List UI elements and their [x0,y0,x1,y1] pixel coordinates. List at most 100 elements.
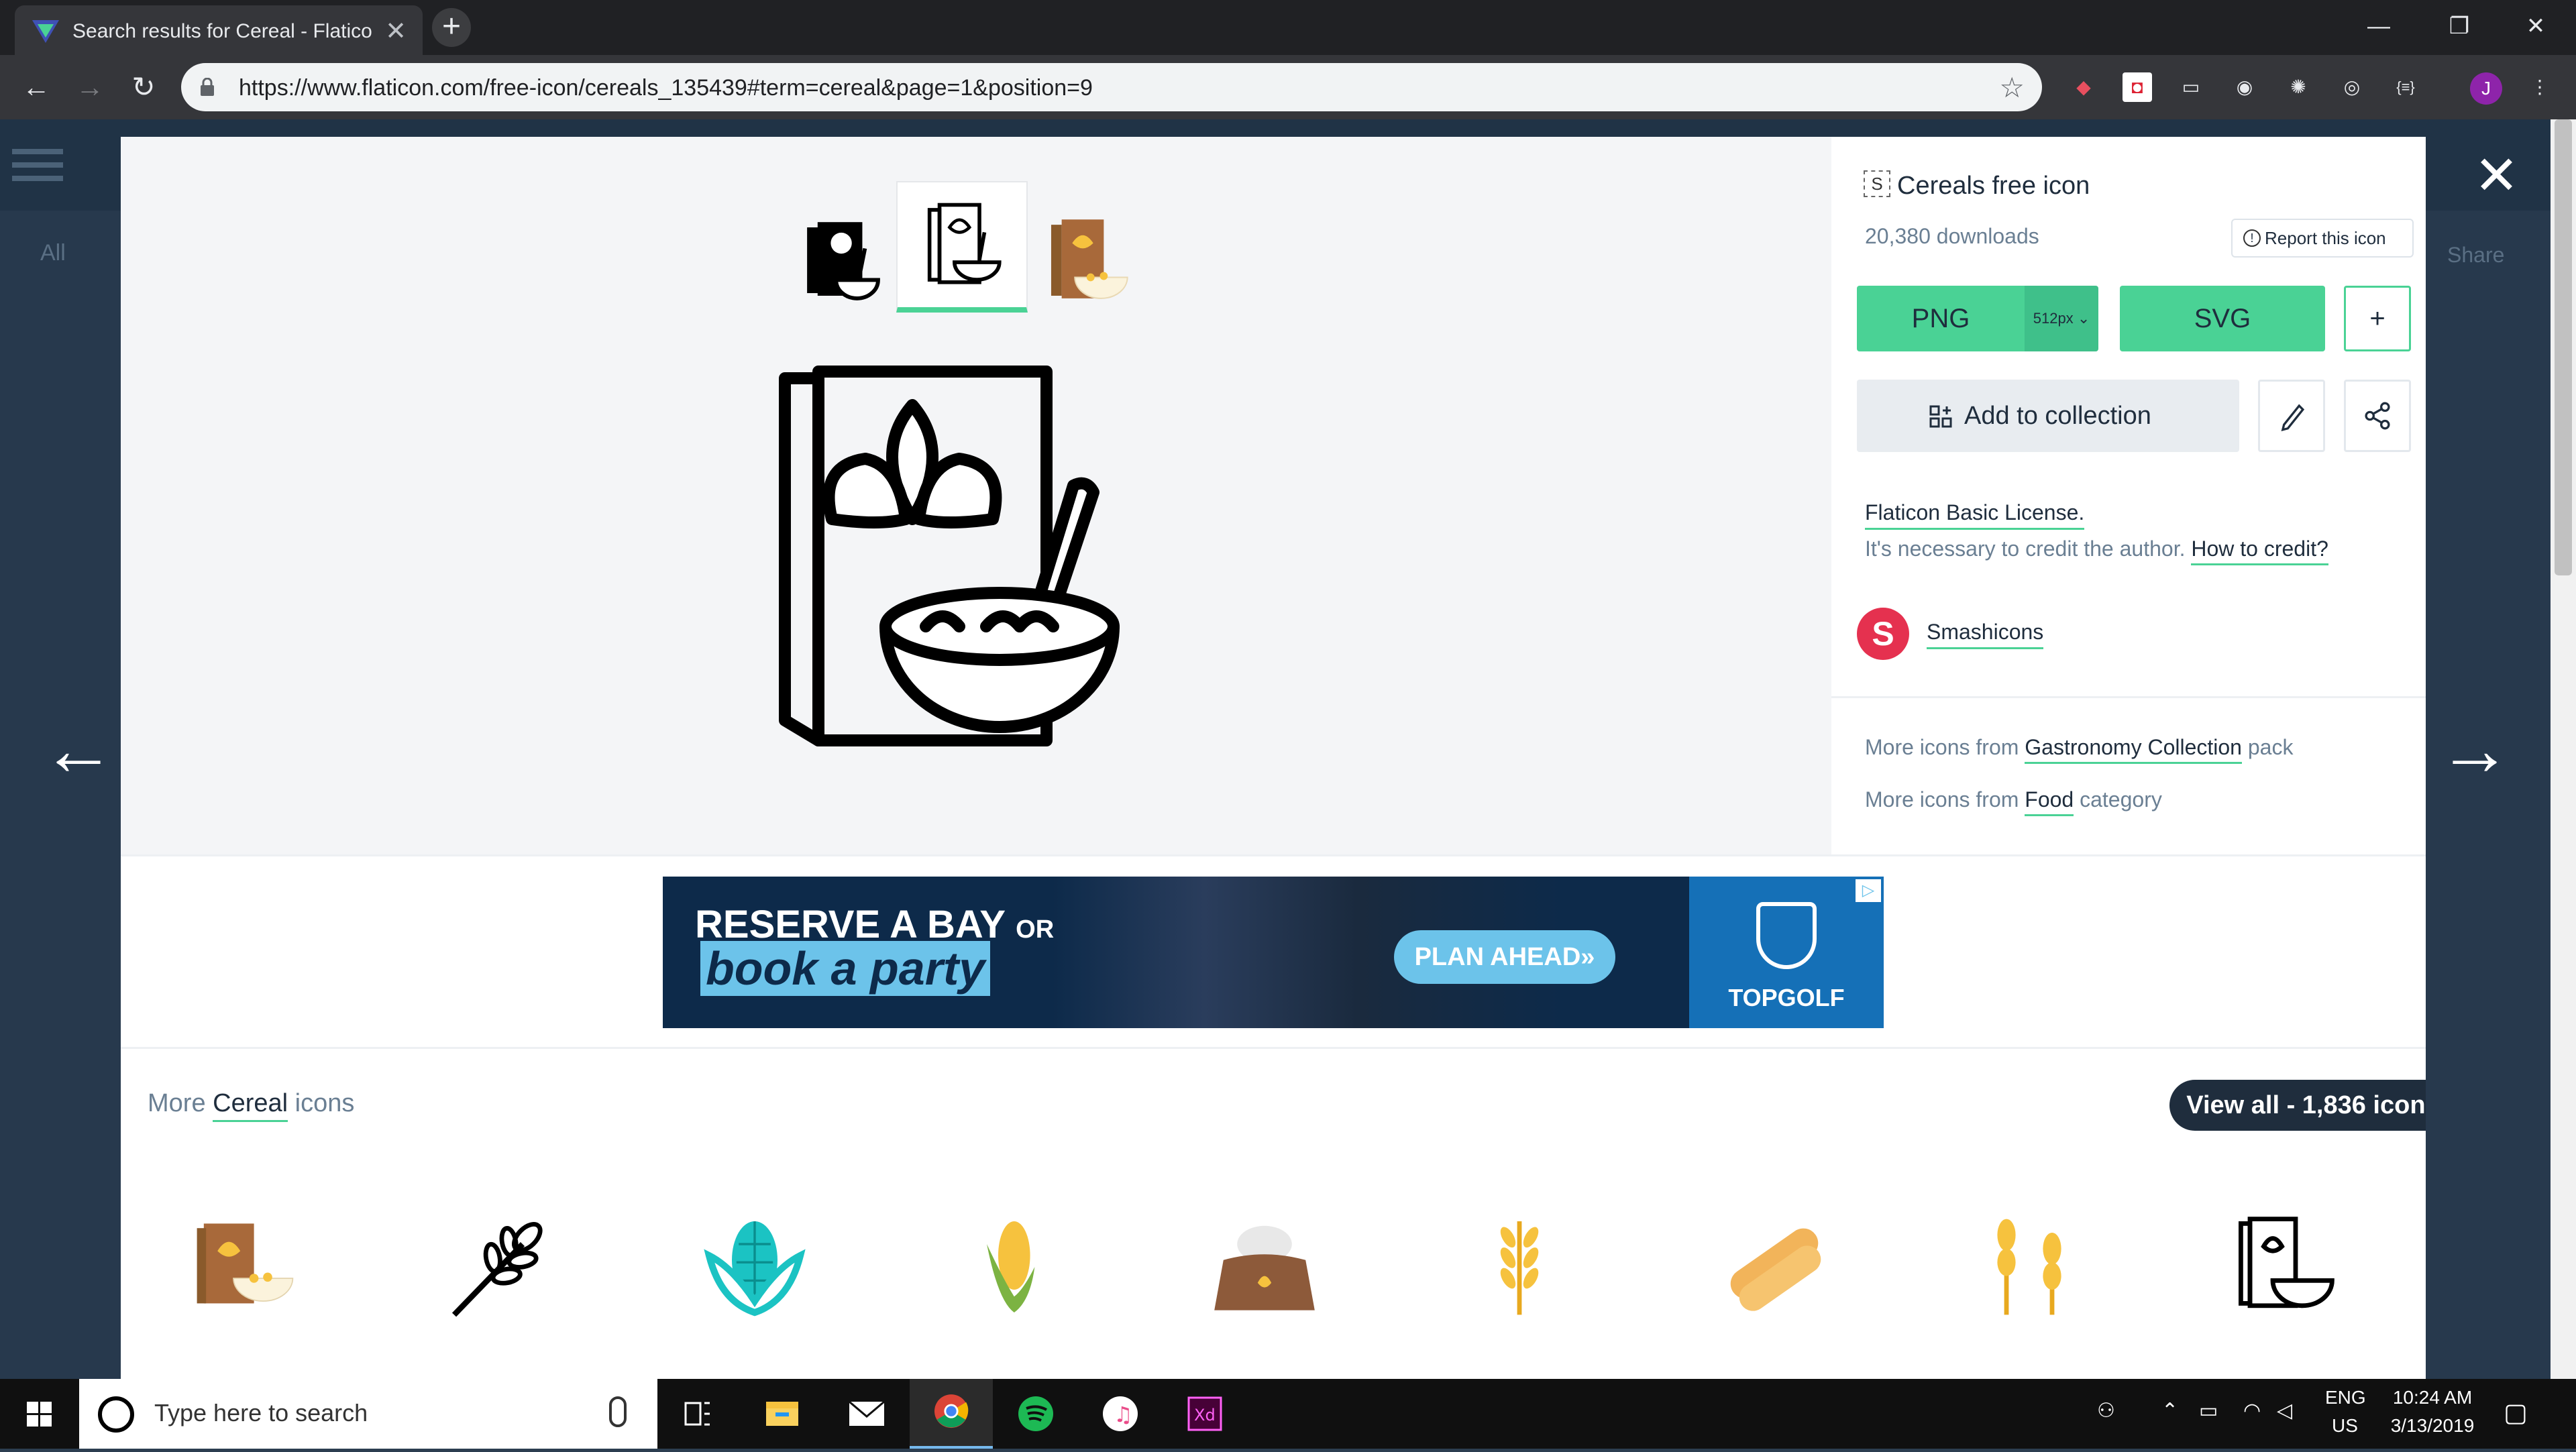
info-icon: ! [2243,229,2261,247]
tab-title: Search results for Cereal - Flatico [72,20,372,42]
target-extension-icon[interactable]: ◎ [2337,72,2367,102]
report-icon-button[interactable]: ! Report this icon [2231,219,2414,258]
how-to-credit-link[interactable]: How to credit? [2191,537,2328,565]
task-view-icon[interactable] [656,1379,739,1449]
flaticon-favicon-icon [32,20,59,43]
more-from-pack-prefix: More icons from [1865,735,2019,759]
code-extension-icon[interactable]: {≡} [2391,72,2420,102]
previous-icon-arrow[interactable]: ← [42,713,115,787]
tab-close-icon[interactable]: ✕ [385,16,407,46]
modal-close-icon[interactable]: ✕ [2474,149,2519,203]
itunes-icon[interactable]: ♫ [1079,1379,1162,1449]
ad-headline-small: OR [1016,915,1055,944]
wheat-outline-icon[interactable] [443,1210,557,1324]
category-link[interactable]: Food [2025,787,2074,816]
baguette-icon[interactable] [1717,1210,1831,1324]
start-button[interactable] [0,1379,79,1449]
variant-color[interactable] [1017,196,1148,327]
svg-text:♫: ♫ [1114,1402,1133,1427]
adchoices-icon[interactable]: ▷ [1856,879,1881,902]
compass-extension-icon[interactable]: ◉ [2230,72,2259,102]
chevron-down-icon: ⌄ [2077,310,2090,327]
adobe-xd-icon[interactable]: Xd [1163,1379,1246,1449]
download-svg-button[interactable]: SVG [2120,286,2325,351]
more-from-pack-suffix: pack [2247,735,2294,759]
wheat-gold-icon[interactable] [1462,1210,1576,1324]
more-from-category-suffix: category [2080,787,2162,812]
file-explorer-icon[interactable] [741,1379,824,1449]
language-indicator[interactable]: ENG US [2325,1387,2366,1437]
more-formats-button[interactable]: + [2344,286,2411,351]
page-scrollbar[interactable] [2551,119,2576,1379]
clock[interactable]: 10:24 AM 3/13/2019 [2385,1387,2479,1437]
window-extension-icon[interactable]: ▭ [2176,72,2206,102]
license-title-link[interactable]: Flaticon Basic License. [1865,500,2085,530]
ad-subheadline: book a party [700,941,991,996]
wheat-stalks-icon[interactable] [1972,1210,2086,1324]
variant-outline[interactable] [896,181,1028,313]
next-icon-arrow[interactable]: → [2438,713,2512,787]
volume-icon[interactable]: ◁ [2277,1399,2292,1422]
pack-link[interactable]: Gastronomy Collection [2025,735,2242,764]
react-devtools-icon[interactable]: ✺ [2284,72,2313,102]
notifications-icon[interactable]: ▢ [2504,1398,2528,1428]
restore-button[interactable]: ❐ [2432,7,2486,46]
reload-icon[interactable]: ↻ [121,64,166,110]
spotify-icon[interactable] [994,1379,1077,1449]
corn-color-icon[interactable] [953,1210,1067,1324]
pocket-icon[interactable]: ◘ [2123,72,2152,102]
ad-brand-name: TOPGOLF [1728,984,1845,1011]
forward-arrow-icon[interactable]: → [67,64,113,110]
author-name-link[interactable]: Smashicons [1927,620,2044,649]
topgolf-banner-ad[interactable]: RESERVE A BAY OR book a party PLAN AHEAD… [663,877,1884,1028]
scrollbar-thumb[interactable] [2555,119,2572,575]
cereal-box-color-icon[interactable] [188,1210,302,1324]
icon-info-panel: S Cereals free icon 20,380 downloads ! R… [1831,137,2426,854]
microphone-icon[interactable] [609,1396,627,1427]
profile-avatar[interactable]: J [2470,72,2502,105]
license-text: It's necessary to credit the author. [1865,537,2186,561]
tray-chevron-icon[interactable]: ⌃ [2161,1399,2178,1422]
related-icons-heading: More Cereal icons [148,1089,354,1122]
icon-detail-modal: S Cereals free icon 20,380 downloads ! R… [121,137,2426,1379]
add-to-collection-button[interactable]: Add to collection [1857,380,2239,452]
more-from-category-prefix: More icons from [1865,787,2019,812]
people-icon[interactable]: ⚇ [2097,1399,2115,1422]
download-png-button[interactable]: PNG [1857,286,2025,351]
mail-icon[interactable] [825,1379,908,1449]
corn-teal-icon[interactable] [698,1210,812,1324]
back-arrow-icon[interactable]: ← [13,64,59,110]
language-code: ENG [2325,1387,2366,1408]
cereal-box-outline-icon[interactable] [2227,1210,2341,1324]
more-from-pack: More icons from Gastronomy Collection pa… [1865,735,2294,764]
chrome-icon[interactable] [910,1379,993,1449]
taskbar-search-box[interactable]: Type here to search [79,1379,657,1449]
view-all-button[interactable]: View all - 1,836 icons [2169,1080,2426,1131]
size-dropdown[interactable]: 512px ⌄ [2025,286,2098,351]
browser-tab-strip: Search results for Cereal - Flatico ✕ + … [0,0,2576,55]
share-button[interactable] [2344,380,2411,452]
browser-tab[interactable]: Search results for Cereal - Flatico ✕ [15,5,423,55]
ad-cta-button[interactable]: PLAN AHEAD» [1394,930,1615,984]
related-term-link[interactable]: Cereal [213,1089,288,1122]
more-menu-icon[interactable]: ⋮ [2525,72,2555,102]
grain-sack-icon[interactable] [1208,1210,1322,1324]
variant-filled[interactable] [778,196,910,327]
close-window-button[interactable]: ✕ [2509,7,2563,46]
url-text: https://www.flaticon.com/free-icon/cerea… [239,75,1093,101]
download-count: 20,380 downloads [1865,224,2039,248]
new-tab-button[interactable]: + [432,8,471,47]
cortana-icon[interactable] [98,1396,134,1433]
address-bar[interactable]: https://www.flaticon.com/free-icon/cerea… [181,63,2042,111]
battery-icon[interactable]: ▭ [2199,1399,2218,1422]
ad-brand: TOPGOLF [1689,877,1884,1028]
bookmark-star-icon[interactable]: ☆ [1999,71,2025,104]
wifi-icon[interactable]: ◠ [2243,1399,2261,1422]
author-avatar[interactable]: S [1857,608,1909,660]
background-share: Share [2447,243,2505,267]
svg-text:Xd: Xd [1194,1406,1216,1425]
divider [1831,696,2426,698]
edit-icon-button[interactable] [2258,380,2325,452]
video-extension-icon[interactable]: ◆ [2069,72,2098,102]
minimize-button[interactable]: — [2352,7,2406,46]
